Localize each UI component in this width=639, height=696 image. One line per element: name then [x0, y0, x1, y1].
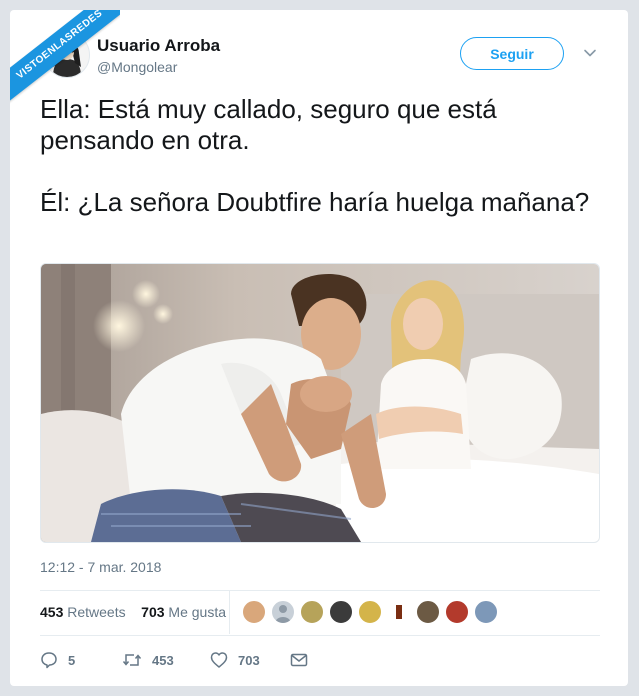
liker-avatar[interactable] [300, 600, 324, 624]
envelope-icon [290, 653, 308, 667]
retweets-label[interactable]: Retweets [67, 604, 125, 620]
liker-avatar[interactable] [271, 600, 295, 624]
reply-button[interactable]: 5 [40, 650, 75, 670]
tweet-card: VISTOENLASREDES Usuario Arroba @Mongolea… [10, 10, 628, 686]
engagement-stats: 453 Retweets 703 Me gusta [40, 604, 226, 620]
follow-button[interactable]: Seguir [460, 37, 564, 70]
chevron-down-icon[interactable] [583, 46, 597, 60]
divider-top [40, 590, 600, 591]
retweet-action-count: 453 [152, 652, 174, 668]
like-button[interactable]: 703 [210, 650, 260, 670]
retweets-count[interactable]: 453 [40, 604, 63, 620]
reply-icon [41, 652, 57, 669]
divider-bottom [40, 635, 600, 636]
tweet-timestamp[interactable]: 12:12 - 7 mar. 2018 [40, 559, 161, 575]
liker-avatar[interactable] [416, 600, 440, 624]
retweet-button[interactable]: 453 [122, 650, 174, 670]
reply-count: 5 [68, 652, 76, 668]
watermark-ribbon: VISTOENLASREDES [10, 10, 120, 105]
liker-avatar[interactable] [329, 600, 353, 624]
like-action-count: 703 [238, 652, 260, 668]
heart-icon [210, 652, 228, 668]
tweet-photo[interactable] [40, 263, 600, 543]
watermark-ribbon-wrap: VISTOENLASREDES [10, 10, 120, 120]
tweet-text: Ella: Está muy callado, seguro que está … [40, 94, 590, 217]
stats-separator [229, 590, 230, 634]
liker-avatar[interactable] [445, 600, 469, 624]
liker-avatar[interactable] [358, 600, 382, 624]
direct-message-button[interactable] [290, 650, 318, 670]
liker-avatar[interactable] [242, 600, 266, 624]
liker-avatar[interactable] [474, 600, 498, 624]
liker-avatar[interactable] [387, 600, 411, 624]
retweet-icon [122, 654, 142, 666]
likes-count[interactable]: 703 [141, 604, 164, 620]
likes-label[interactable]: Me gusta [168, 604, 226, 620]
